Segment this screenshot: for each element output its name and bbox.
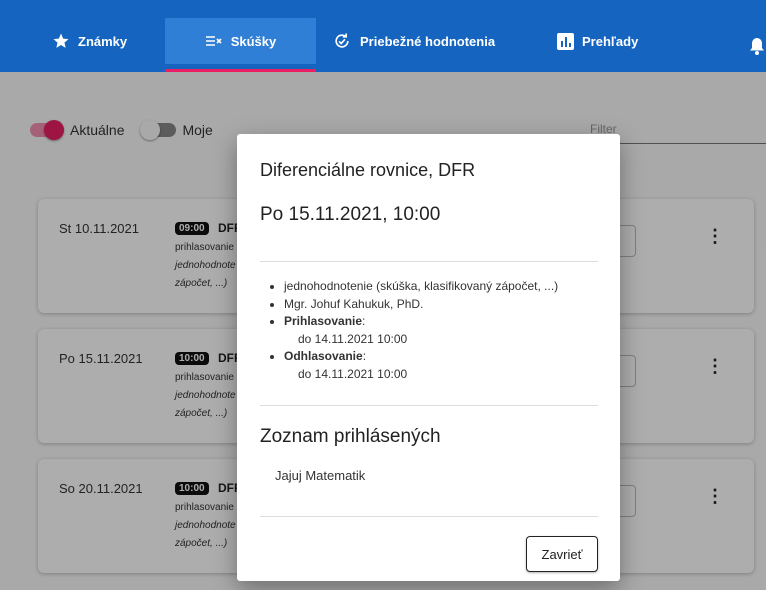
dialog-datetime: Po 15.11.2021, 10:00 [260, 204, 441, 225]
refresh-check-icon [332, 31, 352, 51]
detail-signup-label: Prihlasovanie [284, 314, 363, 328]
tab-overviews-label: Prehľady [582, 33, 639, 49]
bell-icon[interactable] [750, 37, 764, 60]
exam-details-list: jednohodnotenie (skúška, klasifikovaný z… [284, 278, 558, 383]
detail-signup: Prihlasovanie: do 14.11.2021 10:00 [284, 313, 558, 348]
detail-signoff: Odhlasovanie: do 14.11.2021 10:00 [284, 348, 558, 383]
list-check-icon [205, 34, 223, 48]
registered-heading: Zoznam prihlásených [260, 426, 441, 447]
detail-examiner: Mgr. Johuf Kahukuk, PhD. [284, 296, 558, 314]
exam-detail-dialog: Diferenciálne rovnice, DFR Po 15.11.2021… [237, 134, 620, 581]
tab-grades[interactable]: Známky [52, 18, 127, 64]
detail-signoff-value: do 14.11.2021 10:00 [298, 366, 408, 381]
detail-type: jednohodnotenie (skúška, klasifikovaný z… [284, 278, 558, 296]
tab-grades-label: Známky [78, 33, 128, 49]
chart-box-icon [557, 32, 574, 50]
divider [260, 261, 598, 262]
top-nav-bar: Známky Skúšky Priebežné hodnotenia Prehľ… [0, 0, 766, 72]
tab-overviews[interactable]: Prehľady [557, 18, 638, 64]
detail-signup-value: do 14.11.2021 10:00 [298, 331, 408, 346]
tab-exams-label: Skúšky [230, 33, 277, 49]
tab-exams[interactable]: Skúšky [165, 18, 316, 72]
tab-ongoing-evaluations[interactable]: Priebežné hodnotenia [332, 18, 495, 64]
registered-student: Jajuj Matematik [275, 468, 366, 483]
divider [260, 516, 598, 517]
tab-ongoing-evaluations-label: Priebežné hodnotenia [360, 33, 496, 49]
detail-signoff-label: Odhlasovanie [284, 349, 363, 363]
star-icon [52, 32, 70, 50]
divider [260, 405, 598, 406]
close-button[interactable]: Zavrieť [526, 536, 598, 572]
dialog-title: Diferenciálne rovnice, DFR [260, 160, 476, 180]
